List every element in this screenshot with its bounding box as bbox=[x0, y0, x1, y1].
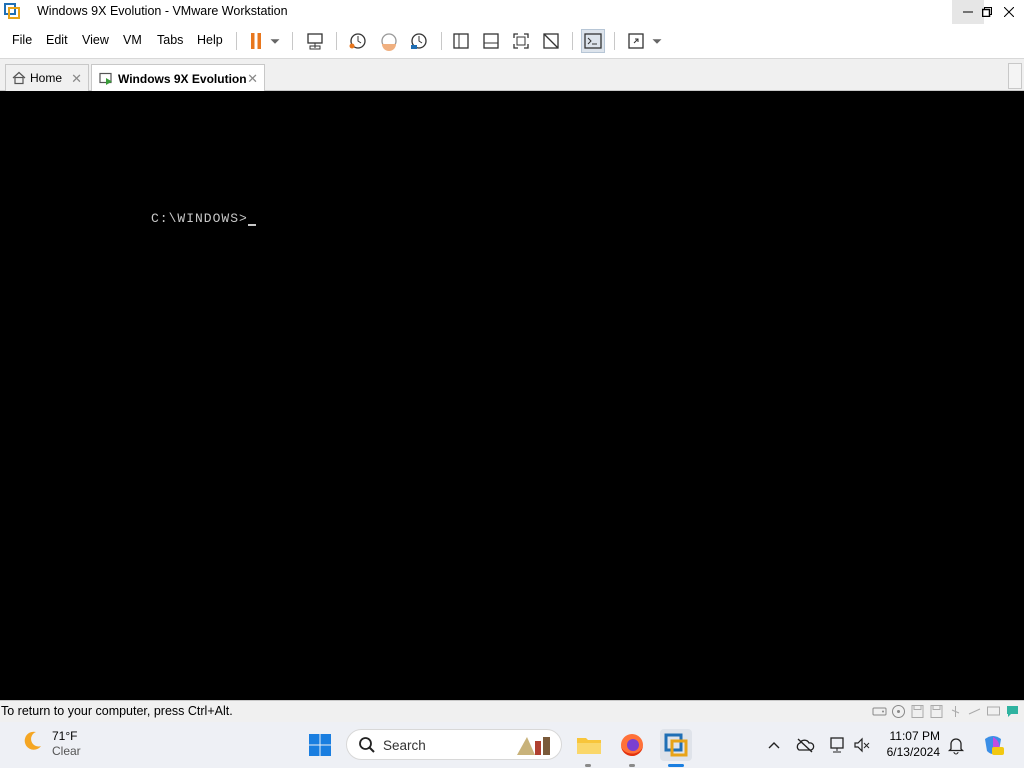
prompt-text: C:\WINDOWS> bbox=[151, 211, 248, 226]
toolbar-separator bbox=[572, 32, 573, 50]
vmware-app-icon bbox=[4, 3, 20, 19]
tab-scroll-button[interactable] bbox=[1008, 63, 1022, 89]
unity-button[interactable] bbox=[539, 29, 563, 53]
firefox-icon bbox=[621, 734, 643, 756]
title-bar: Windows 9X Evolution - VMware Workstatio… bbox=[0, 0, 1024, 24]
weather-widget[interactable]: 71°F Clear bbox=[20, 729, 81, 759]
chevron-down-icon bbox=[652, 39, 662, 44]
taskbar-search-box[interactable]: Search bbox=[346, 729, 562, 760]
stretch-dropdown[interactable] bbox=[648, 29, 666, 53]
menu-edit[interactable]: Edit bbox=[46, 33, 68, 47]
snapshot-button[interactable] bbox=[346, 29, 370, 53]
search-icon bbox=[359, 737, 375, 753]
snapshot-icon bbox=[349, 33, 366, 49]
close-icon bbox=[1004, 7, 1014, 17]
weather-condition: Clear bbox=[52, 744, 81, 758]
show-thumbnail-button[interactable] bbox=[479, 29, 503, 53]
revert-snapshot-button[interactable] bbox=[377, 29, 401, 53]
restore-icon bbox=[982, 7, 992, 17]
volume-muted-icon[interactable] bbox=[852, 735, 872, 755]
clock-date: 6/13/2024 bbox=[886, 745, 940, 759]
revert-snapshot-icon bbox=[381, 33, 397, 51]
start-button[interactable] bbox=[304, 729, 336, 761]
vm-icon bbox=[99, 72, 112, 85]
firefox-button[interactable] bbox=[616, 729, 648, 761]
menu-help[interactable]: Help bbox=[197, 33, 223, 47]
toolbar-separator bbox=[614, 32, 615, 50]
menu-vm[interactable]: VM bbox=[123, 33, 142, 47]
tab-label: Windows 9X Evolution bbox=[118, 71, 247, 86]
search-highlight-icon bbox=[517, 737, 550, 755]
app-active-indicator bbox=[668, 764, 684, 767]
hard-disk-icon[interactable] bbox=[872, 704, 887, 719]
file-explorer-button[interactable] bbox=[573, 729, 605, 761]
snapshot-manager-button[interactable] bbox=[407, 29, 431, 53]
toolbar-separator bbox=[441, 32, 442, 50]
windows-taskbar: 71°F Clear Search 11:07 PM 6/13/2024 bbox=[0, 722, 1024, 768]
menu-file[interactable]: File bbox=[12, 33, 32, 47]
text-cursor bbox=[247, 212, 256, 226]
sound-card-icon[interactable] bbox=[967, 704, 982, 719]
status-bar: To return to your computer, press Ctrl+A… bbox=[0, 700, 1024, 723]
tab-label: Home bbox=[30, 71, 63, 85]
console-view-icon bbox=[584, 33, 602, 49]
floppy-icon[interactable] bbox=[929, 704, 944, 719]
chevron-down-icon bbox=[270, 39, 280, 44]
tab-home[interactable]: Home ✕ bbox=[5, 64, 89, 91]
console-view-button[interactable] bbox=[581, 29, 605, 53]
send-keys-icon bbox=[307, 33, 323, 50]
weather-temp: 71°F bbox=[52, 729, 78, 743]
unity-icon bbox=[543, 33, 559, 49]
taskbar-clock[interactable]: 11:07 PM 6/13/2024 bbox=[882, 728, 940, 760]
thumbnail-view-icon bbox=[483, 33, 499, 49]
app-running-indicator bbox=[585, 764, 591, 767]
app-running-indicator bbox=[629, 764, 635, 767]
usb-icon[interactable] bbox=[948, 704, 963, 719]
pause-button[interactable] bbox=[244, 29, 268, 53]
search-label: Search bbox=[383, 738, 426, 753]
stretch-icon bbox=[628, 33, 644, 49]
onedrive-offline-icon[interactable] bbox=[795, 735, 815, 755]
menu-view[interactable]: View bbox=[82, 33, 109, 47]
toolbar-separator bbox=[292, 32, 293, 50]
folder-icon bbox=[577, 738, 601, 754]
vmware-icon bbox=[664, 733, 688, 757]
home-icon bbox=[12, 71, 26, 85]
vm-console[interactable]: C:\WINDOWS> bbox=[0, 91, 1024, 700]
vmware-taskbar-button[interactable] bbox=[660, 729, 692, 761]
stretch-guest-button[interactable] bbox=[624, 29, 648, 53]
device-icons bbox=[872, 704, 1020, 719]
toolbar-separator bbox=[336, 32, 337, 50]
status-message: To return to your computer, press Ctrl+A… bbox=[1, 704, 233, 718]
chevron-up-icon[interactable] bbox=[764, 735, 784, 755]
display-icon[interactable] bbox=[986, 704, 1001, 719]
copilot-icon[interactable] bbox=[981, 733, 1005, 757]
menu-toolbar: File Edit View VM Tabs Help bbox=[0, 24, 1024, 59]
window-title: Windows 9X Evolution - VMware Workstatio… bbox=[37, 4, 288, 18]
full-screen-icon bbox=[513, 33, 529, 49]
notification-bell-icon[interactable] bbox=[946, 735, 966, 755]
dos-prompt: C:\WINDOWS> bbox=[151, 211, 256, 226]
floppy-icon[interactable] bbox=[910, 704, 925, 719]
tab-bar: Home ✕ Windows 9X Evolution ✕ bbox=[0, 59, 1024, 92]
close-tab-icon[interactable]: ✕ bbox=[71, 71, 82, 87]
snapshot-manager-icon bbox=[411, 33, 427, 49]
power-dropdown[interactable] bbox=[266, 29, 284, 53]
tab-vm[interactable]: Windows 9X Evolution ✕ bbox=[91, 64, 265, 92]
toolbar-separator bbox=[236, 32, 237, 50]
cd-rom-icon[interactable] bbox=[891, 704, 906, 719]
message-log-icon[interactable] bbox=[1005, 704, 1020, 719]
close-tab-icon[interactable]: ✕ bbox=[247, 71, 258, 87]
windows-logo-icon bbox=[309, 734, 331, 756]
network-icon[interactable] bbox=[828, 735, 848, 755]
clock-time: 11:07 PM bbox=[889, 729, 940, 743]
send-ctrl-alt-del-button[interactable] bbox=[303, 29, 327, 53]
menu-tabs[interactable]: Tabs bbox=[157, 33, 183, 47]
library-view-icon bbox=[453, 33, 469, 49]
pause-icon bbox=[251, 33, 261, 49]
show-library-button[interactable] bbox=[449, 29, 473, 53]
full-screen-button[interactable] bbox=[509, 29, 533, 53]
moon-icon bbox=[24, 731, 41, 750]
close-button[interactable] bbox=[994, 0, 1024, 24]
